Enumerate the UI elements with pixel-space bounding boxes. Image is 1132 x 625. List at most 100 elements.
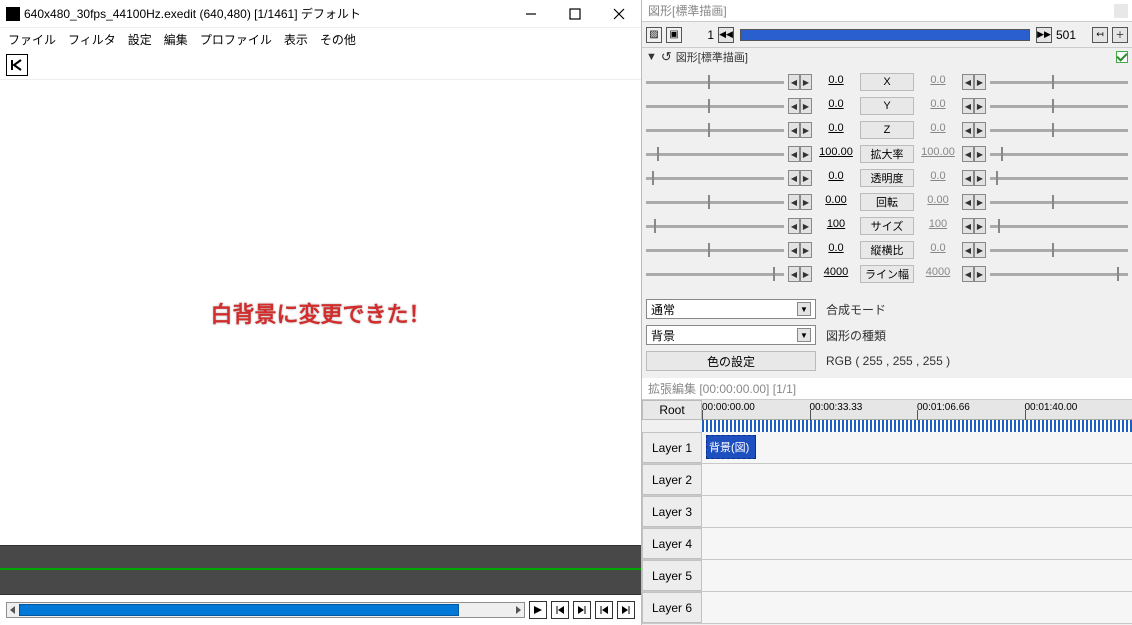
prop-value-left[interactable]: 4000 <box>816 266 856 282</box>
nudge-right-icon[interactable] <box>800 266 812 282</box>
frame-next-button[interactable]: ▶▶ <box>1036 27 1052 43</box>
nudge-right-icon[interactable] <box>800 74 812 90</box>
prop-value-left[interactable]: 100.00 <box>816 146 856 162</box>
prop-label-button[interactable]: X <box>860 73 914 91</box>
nudge-left-icon[interactable] <box>788 242 800 258</box>
nudge-right-icon[interactable] <box>974 194 986 210</box>
nudge-right-icon[interactable] <box>974 74 986 90</box>
timeline-ruler[interactable]: 00:00:00.0000:00:33.3300:01:06.6600:01:4… <box>702 400 1132 420</box>
close-button[interactable] <box>597 0 641 28</box>
minimize-button[interactable] <box>509 0 553 28</box>
nudge-left-icon[interactable] <box>788 194 800 210</box>
prop-slider-right[interactable] <box>990 72 1128 92</box>
prop-label-button[interactable]: 回転 <box>860 193 914 211</box>
layer-track[interactable] <box>702 560 1132 591</box>
layer-label[interactable]: Layer 1 <box>642 432 702 463</box>
prop-slider-right[interactable] <box>990 144 1128 164</box>
nudge-left-icon[interactable] <box>788 266 800 282</box>
add-key-icon[interactable]: ＋ <box>1112 27 1128 43</box>
nudge-right-icon[interactable] <box>974 122 986 138</box>
root-button[interactable]: Root <box>642 400 702 420</box>
prop-value-right[interactable]: 0.00 <box>918 194 958 210</box>
nudge-left-icon[interactable] <box>962 218 974 234</box>
prop-slider-right[interactable] <box>990 192 1128 212</box>
go-first-button[interactable] <box>595 601 613 619</box>
prop-value-right[interactable]: 0.0 <box>918 170 958 186</box>
prop-slider-right[interactable] <box>990 120 1128 140</box>
prop-slider-right[interactable] <box>990 96 1128 116</box>
timeline-clip[interactable]: 背景(図) <box>706 435 756 459</box>
prop-value-left[interactable]: 0.0 <box>816 98 856 114</box>
nudge-left-icon[interactable] <box>962 98 974 114</box>
prop-slider-left[interactable] <box>646 216 784 236</box>
nudge-right-icon[interactable] <box>974 146 986 162</box>
layer-track[interactable] <box>702 496 1132 527</box>
prop-value-left[interactable]: 0.00 <box>816 194 856 210</box>
nudge-right-icon[interactable] <box>974 170 986 186</box>
layer-label[interactable]: Layer 2 <box>642 464 702 495</box>
nudge-right-icon[interactable] <box>974 98 986 114</box>
prop-slider-left[interactable] <box>646 96 784 116</box>
seek-scrollbar[interactable] <box>6 602 525 618</box>
go-last-button[interactable] <box>617 601 635 619</box>
prop-slider-right[interactable] <box>990 168 1128 188</box>
object-enabled-checkbox[interactable] <box>1116 51 1128 63</box>
nudge-left-icon[interactable] <box>788 122 800 138</box>
prop-value-right[interactable]: 0.0 <box>918 122 958 138</box>
layer-track[interactable] <box>702 592 1132 623</box>
prop-value-right[interactable]: 0.0 <box>918 242 958 258</box>
prop-slider-left[interactable] <box>646 72 784 92</box>
layer-track[interactable] <box>702 528 1132 559</box>
frame-slider[interactable] <box>740 29 1030 41</box>
go-frame-start-icon[interactable]: ↤ <box>1092 27 1108 43</box>
prop-value-left[interactable]: 0.0 <box>816 170 856 186</box>
panel-close-icon[interactable] <box>1114 4 1128 18</box>
prop-label-button[interactable]: Y <box>860 97 914 115</box>
prop-label-button[interactable]: サイズ <box>860 217 914 235</box>
frame-prev-button[interactable]: ◀◀ <box>718 27 734 43</box>
nudge-right-icon[interactable] <box>800 218 812 234</box>
nudge-right-icon[interactable] <box>800 146 812 162</box>
prop-slider-left[interactable] <box>646 240 784 260</box>
prop-slider-left[interactable] <box>646 120 784 140</box>
menu-settings[interactable]: 設定 <box>128 31 152 48</box>
prop-slider-left[interactable] <box>646 264 784 284</box>
nudge-left-icon[interactable] <box>962 170 974 186</box>
nudge-right-icon[interactable] <box>974 242 986 258</box>
prop-label-button[interactable]: 拡大率 <box>860 145 914 163</box>
nudge-left-icon[interactable] <box>962 242 974 258</box>
prop-slider-right[interactable] <box>990 216 1128 236</box>
step-back-button[interactable] <box>551 601 569 619</box>
layer-label[interactable]: Layer 4 <box>642 528 702 559</box>
prop-slider-right[interactable] <box>990 264 1128 284</box>
nudge-right-icon[interactable] <box>800 242 812 258</box>
nudge-right-icon[interactable] <box>800 194 812 210</box>
color-settings-button[interactable]: 色の設定 <box>646 351 816 371</box>
layer-track[interactable] <box>702 464 1132 495</box>
layer-label[interactable]: Layer 5 <box>642 560 702 591</box>
nudge-left-icon[interactable] <box>788 98 800 114</box>
nudge-right-icon[interactable] <box>800 122 812 138</box>
nudge-left-icon[interactable] <box>788 170 800 186</box>
prop-value-left[interactable]: 0.0 <box>816 74 856 90</box>
menu-view[interactable]: 表示 <box>284 31 308 48</box>
nudge-left-icon[interactable] <box>788 74 800 90</box>
prop-value-right[interactable]: 0.0 <box>918 74 958 90</box>
nudge-left-icon[interactable] <box>962 146 974 162</box>
layer-track[interactable]: 背景(図) <box>702 432 1132 463</box>
prop-value-right[interactable]: 4000 <box>918 266 958 282</box>
prop-value-left[interactable]: 0.0 <box>816 122 856 138</box>
prop-label-button[interactable]: 縦横比 <box>860 241 914 259</box>
nudge-left-icon[interactable] <box>788 146 800 162</box>
nudge-left-icon[interactable] <box>962 194 974 210</box>
prop-value-left[interactable]: 0.0 <box>816 242 856 258</box>
nudge-right-icon[interactable] <box>974 266 986 282</box>
prop-slider-left[interactable] <box>646 192 784 212</box>
prop-slider-left[interactable] <box>646 144 784 164</box>
prop-value-right[interactable]: 100.00 <box>918 146 958 162</box>
prop-value-right[interactable]: 100 <box>918 218 958 234</box>
prop-label-button[interactable]: 透明度 <box>860 169 914 187</box>
go-start-icon[interactable] <box>6 54 28 76</box>
nudge-left-icon[interactable] <box>962 122 974 138</box>
layer-label[interactable]: Layer 3 <box>642 496 702 527</box>
